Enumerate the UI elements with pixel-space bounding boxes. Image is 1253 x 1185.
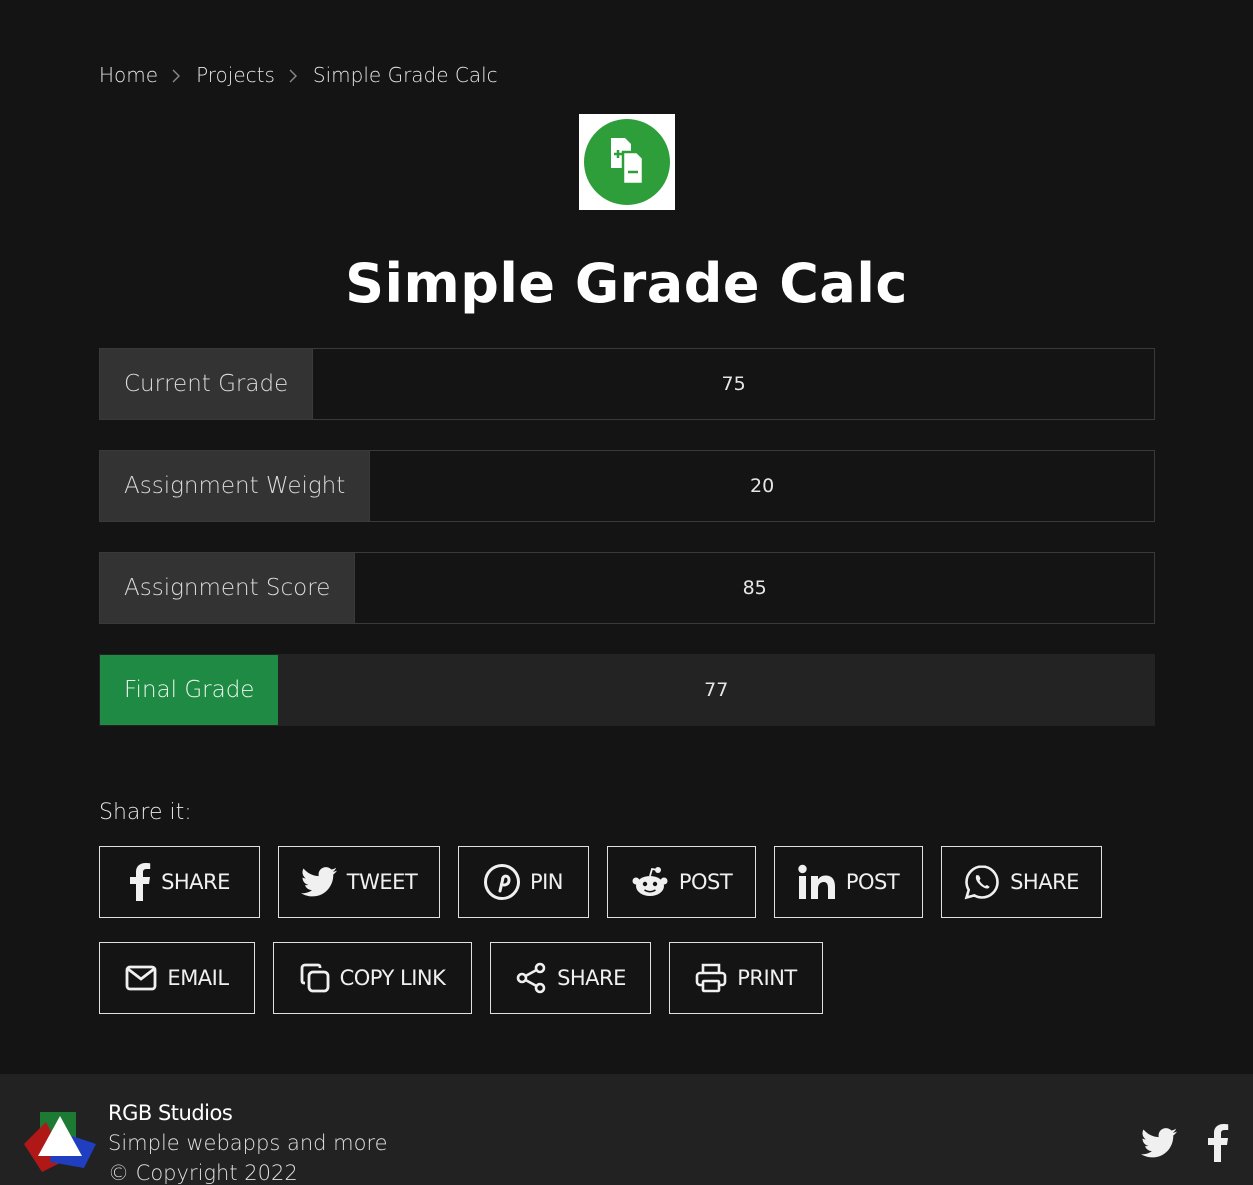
reddit-post-button[interactable]: POST — [607, 846, 756, 918]
chevron-right-icon — [275, 60, 313, 90]
whatsapp-icon — [964, 864, 1000, 900]
pinterest-pin-label: PIN — [529, 870, 564, 894]
share-row-social: SHARE TWEET PIN POST POST SHARE — [99, 846, 1102, 918]
site-footer: RGB Studios Simple webapps and more © Co… — [0, 1074, 1253, 1185]
native-share-button[interactable]: SHARE — [490, 942, 651, 1014]
whatsapp-share-label: SHARE — [1010, 870, 1079, 894]
facebook-icon — [129, 863, 151, 901]
copy-icon — [300, 963, 330, 993]
share-row-utility: EMAIL COPY LINK SHARE PRINT — [99, 942, 823, 1014]
linkedin-post-button[interactable]: POST — [774, 846, 923, 918]
copy-link-button[interactable]: COPY LINK — [273, 942, 472, 1014]
breadcrumb-home-link[interactable]: Home — [99, 63, 158, 87]
facebook-share-button[interactable]: SHARE — [99, 846, 260, 918]
email-icon — [125, 965, 157, 991]
rgb-studios-logo-icon — [24, 1112, 96, 1172]
footer-copyright: © Copyright 2022 — [108, 1161, 298, 1185]
assignment-score-label: Assignment Score — [100, 553, 356, 623]
assignment-score-input[interactable] — [355, 553, 1154, 623]
twitter-icon[interactable] — [1141, 1128, 1177, 1162]
current-grade-label: Current Grade — [100, 349, 314, 419]
linkedin-icon — [798, 864, 836, 900]
linkedin-post-label: POST — [845, 870, 900, 894]
reddit-icon — [631, 866, 669, 898]
final-grade-value: 77 — [704, 679, 729, 701]
pinterest-icon — [483, 864, 520, 900]
breadcrumb-projects-link[interactable]: Projects — [196, 63, 275, 87]
assignment-weight-input[interactable] — [370, 451, 1154, 521]
facebook-icon[interactable] — [1207, 1124, 1229, 1166]
native-share-label: SHARE — [557, 966, 626, 990]
copy-link-label: COPY LINK — [339, 966, 446, 990]
app-logo — [579, 114, 675, 210]
facebook-share-label: SHARE — [161, 870, 230, 894]
grade-calc-logo-icon — [584, 119, 670, 205]
breadcrumb-current: Simple Grade Calc — [312, 63, 498, 87]
page-title: Simple Grade Calc — [345, 252, 908, 315]
rgb-studios-logo — [24, 1110, 96, 1178]
assignment-weight-row: Assignment Weight — [99, 450, 1155, 522]
final-grade-row: Final Grade 77 — [99, 654, 1155, 726]
share-nodes-icon — [515, 962, 547, 994]
print-label: PRINT — [737, 966, 797, 990]
footer-social-links — [1141, 1124, 1229, 1166]
whatsapp-share-button[interactable]: SHARE — [941, 846, 1102, 918]
current-grade-row: Current Grade — [99, 348, 1155, 420]
email-button[interactable]: EMAIL — [99, 942, 255, 1014]
chevron-right-icon — [158, 60, 196, 90]
breadcrumb: Home Projects Simple Grade Calc — [99, 60, 498, 90]
share-heading: Share it: — [99, 800, 192, 825]
footer-text: RGB Studios Simple webapps and more © Co… — [108, 1098, 388, 1185]
twitter-tweet-button[interactable]: TWEET — [278, 846, 440, 918]
printer-icon — [695, 962, 727, 994]
twitter-tweet-label: TWEET — [346, 870, 418, 894]
footer-tagline: Simple webapps and more — [108, 1131, 388, 1155]
email-label: EMAIL — [167, 966, 229, 990]
twitter-icon — [300, 867, 337, 897]
footer-brand: RGB Studios — [108, 1101, 233, 1125]
assignment-score-row: Assignment Score — [99, 552, 1155, 624]
pinterest-pin-button[interactable]: PIN — [458, 846, 589, 918]
final-grade-label: Final Grade — [100, 655, 279, 725]
current-grade-input[interactable] — [313, 349, 1154, 419]
reddit-post-label: POST — [678, 870, 733, 894]
assignment-weight-label: Assignment Weight — [100, 451, 371, 521]
print-button[interactable]: PRINT — [669, 942, 823, 1014]
